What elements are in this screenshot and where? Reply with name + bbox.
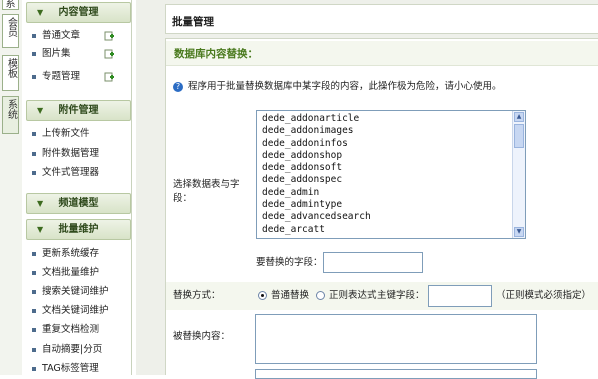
green-plus-icon[interactable] [104,72,115,82]
list-item[interactable]: dede_addoninfos [262,138,525,150]
list-item[interactable]: dede_admin [262,187,525,199]
section-title: 数据库内容替换： [174,48,258,60]
sidebar-item-images[interactable]: 图片集 [32,47,71,61]
method-label: 替换方式： [173,290,221,301]
sidebar-group-batch[interactable]: ▼ 批量维护 [26,219,131,240]
replace-content-textarea[interactable] [255,314,537,364]
next-textarea[interactable] [255,369,537,379]
sidebar-group-channel-model[interactable]: ▼ 频道模型 [26,193,131,214]
tab-template[interactable]: 模板 [2,55,19,91]
sidebar-item-summary[interactable]: 自动摘要|分页 [32,343,102,357]
square-bullet-icon [32,152,36,156]
key-field-input[interactable] [428,285,492,307]
sidebar-group-attachments[interactable]: ▼ 附件管理 [26,100,131,121]
sidebar-item-batch-docs[interactable]: 文档批量维护 [32,266,99,280]
square-bullet-icon [32,171,36,175]
vertical-tab-strip: 系 会员 模板 系统 [0,0,23,375]
replace-content-label: 被替换内容： [173,331,231,342]
sidebar-item-cache[interactable]: 更新系统缓存 [32,247,99,261]
square-bullet-icon [32,309,36,313]
list-item[interactable]: dede_advancedsearch [262,211,525,223]
scroll-thumb[interactable] [514,124,524,148]
sidebar-item-upload[interactable]: 上传新文件 [32,127,90,141]
list-item[interactable]: dede_arcatt [262,224,525,236]
square-bullet-icon [32,348,36,352]
radio-regex[interactable] [316,291,325,300]
key-field-label: 主键字段： [377,290,425,301]
scroll-up-icon[interactable]: ▲ [514,112,524,122]
sidebar [22,0,132,375]
square-bullet-icon [32,290,36,294]
list-item[interactable]: dede_addonsoft [262,162,525,174]
field-input[interactable] [323,252,423,273]
radio-normal-label: 普通替换 [271,290,310,301]
sidebar-item-tags[interactable]: TAG标签管理 [32,362,99,376]
list-item[interactable]: dede_admintype [262,199,525,211]
sidebar-item-search-keywords[interactable]: 搜索关键词维护 [32,285,109,299]
square-bullet-icon [32,367,36,371]
green-plus-icon[interactable] [104,49,115,59]
sidebar-item-article[interactable]: 普通文章 [32,29,80,43]
table-field-listbox[interactable]: dede_addonarticle dede_addonimages dede_… [256,110,526,239]
square-bullet-icon [32,34,36,38]
tab-member[interactable]: 会员 [2,14,19,48]
list-item[interactable]: dede_addonimages [262,125,525,137]
page-title: 批量管理 [172,16,214,28]
warning-notice: ? 程序用于批量替换数据库中某字段的内容，此操作极为危险，请小心使用。 [173,80,502,94]
page-title-bar: 批量管理 [165,4,598,34]
square-bullet-icon [32,252,36,256]
listbox-scrollbar[interactable]: ▲ ▼ [512,111,525,238]
sidebar-item-attachment-data[interactable]: 附件数据管理 [32,147,99,161]
tab-system-top[interactable]: 系 [2,0,19,10]
section-header: 数据库内容替换： [166,41,598,66]
radio-regex-label: 正则表达式 [329,290,377,301]
sidebar-item-special[interactable]: 专题管理 [32,70,80,84]
tab-system[interactable]: 系统 [2,96,19,134]
green-plus-icon[interactable] [104,31,115,41]
square-bullet-icon [32,132,36,136]
list-item[interactable]: dede_addonspec [262,174,525,186]
sidebar-item-doc-keywords[interactable]: 文档关键词维护 [32,304,109,318]
square-bullet-icon [32,52,36,56]
select-table-label: 选择数据表与字段： [173,179,240,204]
radio-normal[interactable] [258,291,267,300]
list-item[interactable]: dede_addonshop [262,150,525,162]
square-bullet-icon [32,271,36,275]
sidebar-item-file-manager[interactable]: 文件式管理器 [32,166,99,180]
list-item[interactable]: dede_addonarticle [262,113,525,125]
square-bullet-icon [32,75,36,79]
field-label: 要替换的字段： [256,257,323,268]
sidebar-group-content[interactable]: ▼ 内容管理 [26,2,131,23]
square-bullet-icon [32,328,36,332]
help-icon: ? [173,81,183,92]
sidebar-item-duplicates[interactable]: 重复文档检测 [32,323,99,337]
regex-note: （正则模式必须指定） [496,290,592,301]
scroll-down-icon[interactable]: ▼ [514,227,524,237]
